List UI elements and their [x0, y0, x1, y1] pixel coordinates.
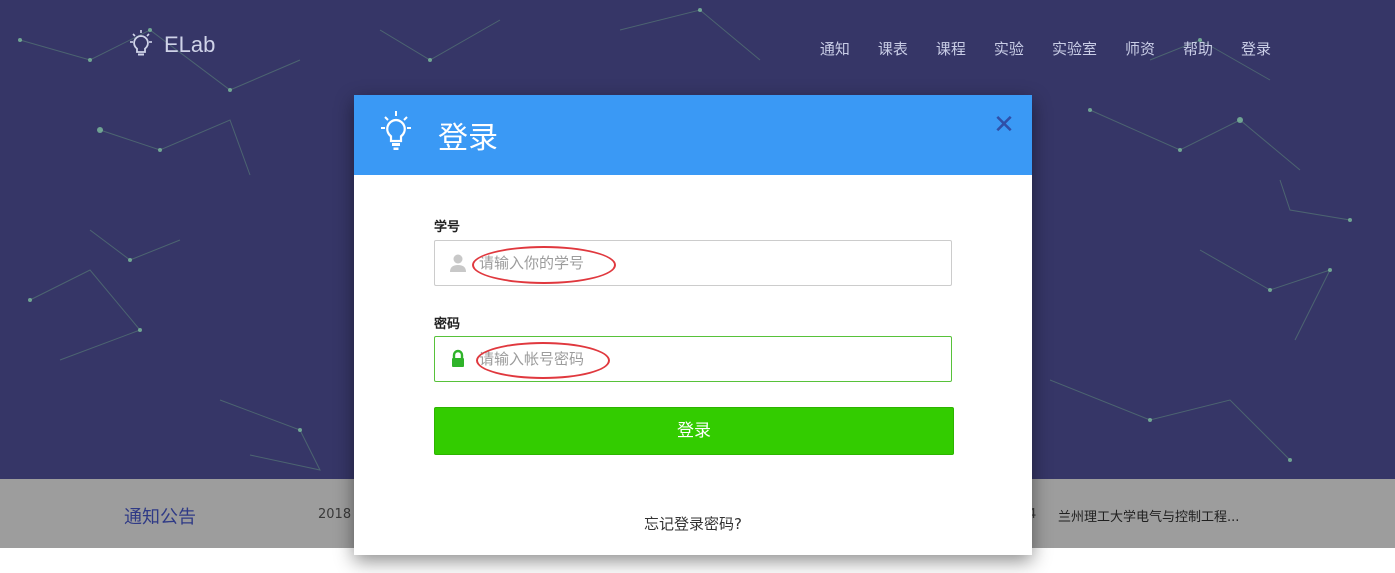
modal-overlay: 登录 ✕ 学号 密码 登录 忘记登录密码?: [0, 0, 1395, 573]
login-button[interactable]: 登录: [434, 407, 954, 455]
close-icon[interactable]: ✕: [992, 112, 1016, 138]
user-icon: [450, 254, 466, 272]
password-input[interactable]: [479, 337, 939, 381]
username-field[interactable]: [434, 240, 952, 286]
modal-header: 登录 ✕: [354, 95, 1032, 175]
forgot-password-link[interactable]: 忘记登录密码?: [354, 513, 1032, 534]
lock-icon: [452, 349, 464, 367]
username-label: 学号: [434, 220, 461, 235]
modal-title: 登录: [438, 121, 498, 156]
login-modal: 登录 ✕ 学号 密码 登录 忘记登录密码?: [354, 95, 1032, 555]
username-input[interactable]: [479, 241, 939, 285]
lightbulb-icon: [381, 111, 411, 150]
password-field[interactable]: [434, 336, 952, 382]
password-label: 密码: [434, 317, 461, 332]
